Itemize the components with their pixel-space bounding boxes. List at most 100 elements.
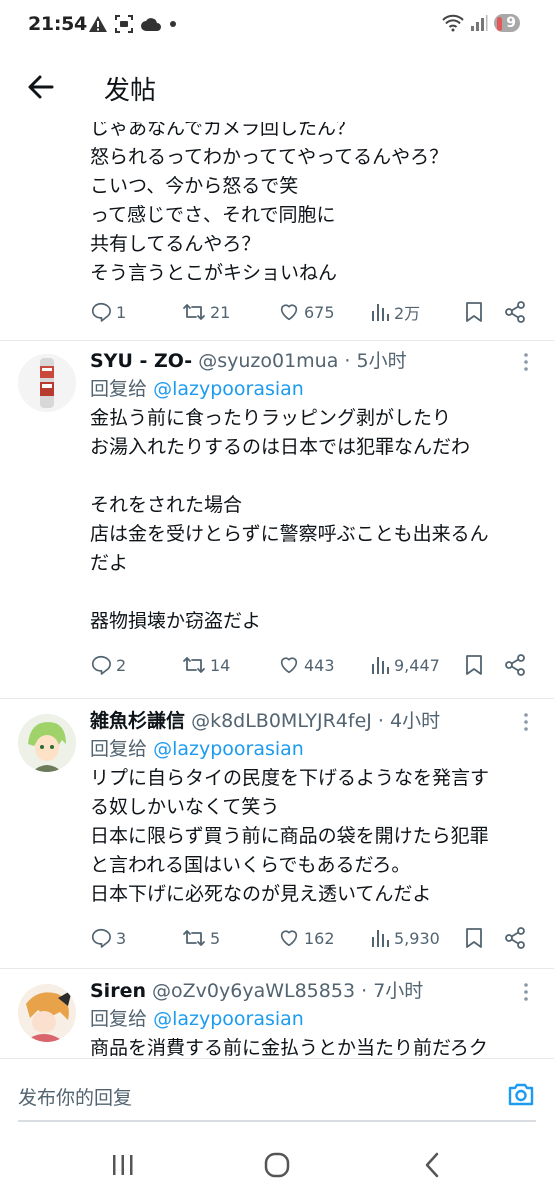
author-line: Siren @oZv0y6yaWL85853 · 7小时 <box>90 980 424 1002</box>
like-count: 675 <box>304 302 335 322</box>
reply-button[interactable]: 1 <box>90 301 126 323</box>
back-nav-icon[interactable] <box>420 1152 446 1178</box>
more-options-icon[interactable] <box>516 352 536 372</box>
replying-to: 回复给 @lazypoorasian <box>90 734 530 764</box>
timeline[interactable]: じゃあなんでカメラ回したん？ 怒られるってわかっててやってるんやろ？ こいつ、今… <box>0 122 554 1058</box>
retweet-count: 5 <box>210 928 221 948</box>
post-actions: 2 14 443 9,447 <box>90 650 530 680</box>
header: 发帖 <box>0 52 554 122</box>
divider <box>0 698 554 699</box>
retweet-button[interactable]: 21 <box>182 301 230 323</box>
reply-icon <box>91 302 111 322</box>
like-count: 162 <box>304 928 335 948</box>
views-chart-icon <box>372 304 389 321</box>
like-button[interactable]: 443 <box>278 654 335 676</box>
wifi-icon <box>442 14 464 32</box>
mention-link[interactable]: @lazypoorasian <box>153 1008 304 1030</box>
post-actions: 3 5 162 5,930 <box>90 923 530 953</box>
retweet-count: 14 <box>210 655 231 675</box>
author-name[interactable]: Siren <box>90 980 146 1002</box>
warning-icon <box>89 16 107 32</box>
views-button[interactable]: 5,930 <box>370 927 440 949</box>
views-count: 2万 <box>394 304 421 323</box>
retweet-button[interactable]: 14 <box>182 654 230 676</box>
bookmark-icon <box>466 655 482 675</box>
views-button[interactable]: 2万 <box>370 300 420 324</box>
camera-icon[interactable] <box>506 1079 536 1109</box>
views-chart-icon <box>372 657 389 674</box>
post-time[interactable]: 7小时 <box>373 980 423 1002</box>
post-time[interactable]: 4小时 <box>390 710 440 732</box>
mention-link[interactable]: @lazypoorasian <box>153 378 304 400</box>
share-icon <box>505 301 525 323</box>
bookmark-icon <box>466 928 482 948</box>
like-button[interactable]: 675 <box>278 301 335 323</box>
heart-icon <box>280 930 298 947</box>
cloud-icon <box>141 18 161 31</box>
replying-to-label: 回复给 <box>90 378 148 400</box>
reply-composer: 发布你的回复 <box>0 1058 554 1130</box>
divider <box>0 968 554 969</box>
bookmark-button[interactable] <box>464 927 484 949</box>
views-count: 9,447 <box>394 655 440 675</box>
replying-to: 回复给 @lazypoorasian <box>90 1004 530 1034</box>
author-handle[interactable]: @k8dLB0MLYJR4feJ <box>191 710 372 732</box>
retweet-button[interactable]: 5 <box>182 927 220 949</box>
post-text: じゃあなんでカメラ回したん？ 怒られるってわかっててやってるんやろ？ こいつ、今… <box>90 122 449 284</box>
replying-to-label: 回复给 <box>90 1008 148 1030</box>
retweet-icon <box>183 304 205 320</box>
status-time: 21:54 <box>28 13 87 35</box>
page-title: 发帖 <box>104 76 157 106</box>
dot-icon <box>170 21 176 27</box>
back-arrow-icon[interactable] <box>24 70 58 104</box>
status-bar: 21:54 9 <box>0 0 554 52</box>
like-count: 443 <box>304 655 335 675</box>
like-button[interactable]: 162 <box>278 927 335 949</box>
reply-input[interactable]: 发布你的回复 <box>18 1083 132 1110</box>
post-text: 金払う前に食ったりラッピング剥がしたり お湯入れたりするのは日本では犯罪なんだわ… <box>90 407 489 632</box>
mention-link[interactable]: @lazypoorasian <box>153 738 304 760</box>
author-name[interactable]: SYU - ZO- <box>90 350 192 372</box>
more-options-icon[interactable] <box>516 982 536 1002</box>
reply-icon <box>91 655 111 675</box>
author-handle[interactable]: @syuzo01mua <box>198 350 338 372</box>
reply-button[interactable]: 2 <box>90 654 126 676</box>
avatar[interactable] <box>18 714 76 772</box>
avatar[interactable] <box>18 984 76 1042</box>
heart-icon <box>280 657 298 674</box>
composer-underline <box>18 1120 536 1122</box>
share-button[interactable] <box>504 654 526 676</box>
post-time[interactable]: 5小时 <box>357 350 407 372</box>
replying-to: 回复给 @lazypoorasian <box>90 374 530 404</box>
system-nav-bar <box>0 1130 554 1200</box>
reply-count: 1 <box>116 302 127 322</box>
share-button[interactable] <box>504 927 526 949</box>
bookmark-button[interactable] <box>464 301 484 323</box>
post-text: 商品を消費する前に金払うとか当たり前だろク <box>90 1037 488 1058</box>
reply-button[interactable]: 3 <box>90 927 126 949</box>
battery-indicator: 9 <box>494 14 520 32</box>
battery-level: 9 <box>506 15 516 31</box>
author-name[interactable]: 雑魚杉謙信 <box>90 710 185 732</box>
reply-count: 2 <box>116 655 127 675</box>
recent-apps-icon[interactable] <box>110 1152 136 1178</box>
share-icon <box>505 927 525 949</box>
retweet-icon <box>183 657 205 673</box>
avatar[interactable] <box>18 354 76 412</box>
views-count: 5,930 <box>394 928 440 948</box>
author-handle[interactable]: @oZv0y6yaWL85853 <box>152 980 355 1002</box>
author-line: 雑魚杉謙信 @k8dLB0MLYJR4feJ · 4小时 <box>90 710 441 732</box>
share-icon <box>505 654 525 676</box>
screenshot-icon <box>115 15 133 33</box>
replying-to-label: 回复给 <box>90 738 148 760</box>
share-button[interactable] <box>504 301 526 323</box>
views-button[interactable]: 9,447 <box>370 654 440 676</box>
post-actions: 1 21 675 2万 <box>90 297 530 327</box>
heart-icon <box>280 304 298 321</box>
reply-icon <box>91 928 111 948</box>
bookmark-icon <box>466 302 482 322</box>
bookmark-button[interactable] <box>464 654 484 676</box>
more-options-icon[interactable] <box>516 712 536 732</box>
divider <box>0 340 554 341</box>
home-icon[interactable] <box>264 1152 290 1178</box>
